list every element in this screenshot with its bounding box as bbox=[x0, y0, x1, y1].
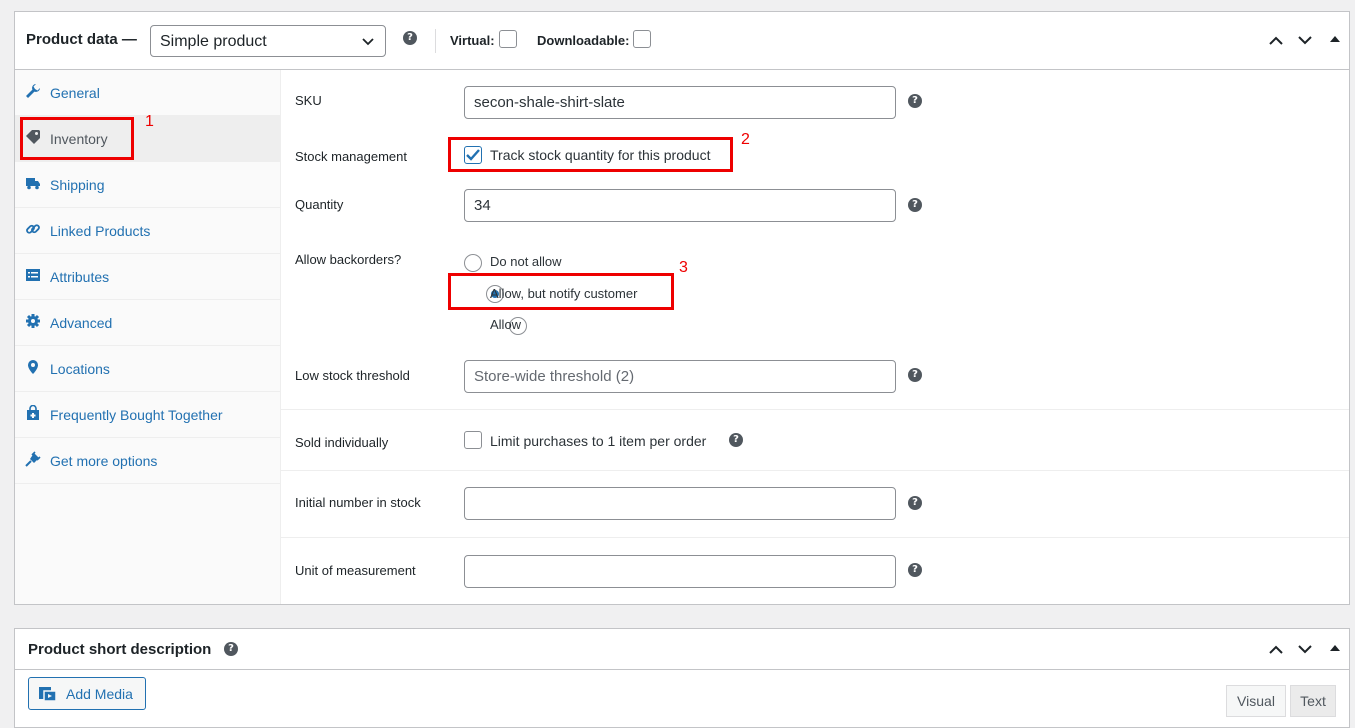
tab-locations[interactable]: Locations bbox=[15, 346, 281, 392]
collapse-toggle-icon[interactable] bbox=[1329, 643, 1341, 653]
wrench-icon bbox=[26, 84, 40, 98]
stock-management-label: Stock management bbox=[295, 149, 408, 164]
header-divider bbox=[435, 29, 436, 53]
quantity-label: Quantity bbox=[295, 197, 344, 212]
product-type-help-icon[interactable]: ? bbox=[403, 31, 417, 45]
low-stock-input[interactable]: Store-wide threshold (2) bbox=[464, 360, 896, 393]
list-icon bbox=[26, 269, 40, 281]
link-icon bbox=[26, 224, 40, 234]
chevron-down-icon bbox=[362, 38, 374, 46]
sku-help-icon[interactable]: ? bbox=[908, 94, 922, 108]
annotation-number: 3 bbox=[679, 259, 688, 276]
location-pin-icon bbox=[28, 360, 38, 374]
downloadable-checkbox[interactable] bbox=[633, 30, 651, 48]
section-divider bbox=[281, 409, 1349, 410]
bag-icon bbox=[27, 405, 39, 420]
collapse-toggle-icon[interactable] bbox=[1329, 34, 1341, 44]
product-data-postbox: Product data — Simple product ? Virtual:… bbox=[14, 11, 1350, 605]
low-stock-label: Low stock threshold bbox=[295, 368, 410, 383]
backorders-label: Allow backorders? bbox=[295, 252, 402, 267]
low-stock-help-icon[interactable]: ? bbox=[908, 368, 922, 382]
tab-label: Advanced bbox=[50, 315, 113, 331]
tab-label: Linked Products bbox=[50, 223, 151, 239]
backorder-option-label: Do not allow bbox=[490, 254, 562, 269]
virtual-checkbox[interactable] bbox=[499, 30, 517, 48]
limit-purchases-label: Limit purchases to 1 item per order bbox=[490, 433, 707, 449]
initial-stock-input[interactable] bbox=[464, 487, 896, 520]
tab-text[interactable]: Text bbox=[1290, 685, 1336, 717]
limit-purchases-checkbox[interactable] bbox=[464, 431, 482, 449]
annotation-box-1 bbox=[20, 117, 134, 160]
sold-individually-label: Sold individually bbox=[295, 435, 389, 450]
tab-label: Shipping bbox=[50, 177, 105, 193]
quantity-help-icon[interactable]: ? bbox=[908, 198, 922, 212]
annotation-box-3 bbox=[448, 273, 674, 310]
tab-label: Locations bbox=[50, 361, 110, 377]
product-type-value: Simple product bbox=[160, 33, 267, 50]
move-down-icon[interactable] bbox=[1297, 643, 1313, 655]
tab-advanced[interactable]: Advanced bbox=[15, 300, 281, 346]
virtual-label: Virtual: bbox=[450, 33, 495, 48]
tab-shipping[interactable]: Shipping bbox=[15, 162, 281, 208]
tab-label: Attributes bbox=[50, 269, 110, 285]
tab-label: Get more options bbox=[50, 453, 158, 469]
initial-stock-label: Initial number in stock bbox=[295, 495, 421, 510]
truck-icon bbox=[26, 178, 40, 190]
limit-purchases-help-icon[interactable]: ? bbox=[729, 433, 743, 447]
product-type-select[interactable]: Simple product bbox=[150, 25, 386, 57]
annotation-number: 2 bbox=[741, 131, 750, 148]
plugin-icon bbox=[25, 451, 41, 467]
short-description-header: Product short description ? bbox=[15, 629, 1349, 670]
move-up-icon[interactable] bbox=[1268, 34, 1284, 46]
annotation-box-2 bbox=[448, 137, 733, 172]
tab-label: General bbox=[50, 85, 100, 101]
sku-label: SKU bbox=[295, 93, 322, 108]
product-data-title: Product data — bbox=[26, 31, 137, 48]
add-media-button[interactable]: Add Media bbox=[28, 677, 146, 710]
short-description-postbox: Product short description ? Add Media Vi… bbox=[14, 628, 1350, 728]
tab-attributes[interactable]: Attributes bbox=[15, 254, 281, 300]
tab-get-more-options[interactable]: Get more options bbox=[15, 438, 281, 484]
backorder-radio-do-not-allow[interactable] bbox=[464, 254, 482, 272]
unit-label: Unit of measurement bbox=[295, 563, 416, 578]
media-icon bbox=[39, 687, 57, 702]
tab-general[interactable]: General bbox=[15, 70, 281, 116]
short-description-title: Product short description bbox=[28, 641, 212, 658]
tab-frequently-bought-together[interactable]: Frequently Bought Together bbox=[15, 392, 281, 438]
move-up-icon[interactable] bbox=[1268, 643, 1284, 655]
section-divider bbox=[281, 470, 1349, 471]
tab-label: Frequently Bought Together bbox=[50, 407, 223, 423]
downloadable-label: Downloadable: bbox=[537, 33, 630, 48]
add-media-label: Add Media bbox=[66, 686, 133, 702]
short-description-help-icon[interactable]: ? bbox=[224, 642, 238, 656]
product-data-header: Product data — Simple product ? Virtual:… bbox=[15, 12, 1349, 70]
tab-visual[interactable]: Visual bbox=[1226, 685, 1286, 717]
move-down-icon[interactable] bbox=[1297, 34, 1313, 46]
annotation-number: 1 bbox=[145, 113, 154, 130]
unit-input[interactable] bbox=[464, 555, 896, 588]
sku-input[interactable]: secon-shale-shirt-slate bbox=[464, 86, 896, 119]
tab-linked-products[interactable]: Linked Products bbox=[15, 208, 281, 254]
quantity-input[interactable]: 34 bbox=[464, 189, 896, 222]
backorder-option-label: Allow bbox=[490, 317, 522, 332]
gear-icon bbox=[26, 314, 40, 328]
unit-help-icon[interactable]: ? bbox=[908, 563, 922, 577]
section-divider bbox=[281, 537, 1349, 538]
initial-stock-help-icon[interactable]: ? bbox=[908, 496, 922, 510]
